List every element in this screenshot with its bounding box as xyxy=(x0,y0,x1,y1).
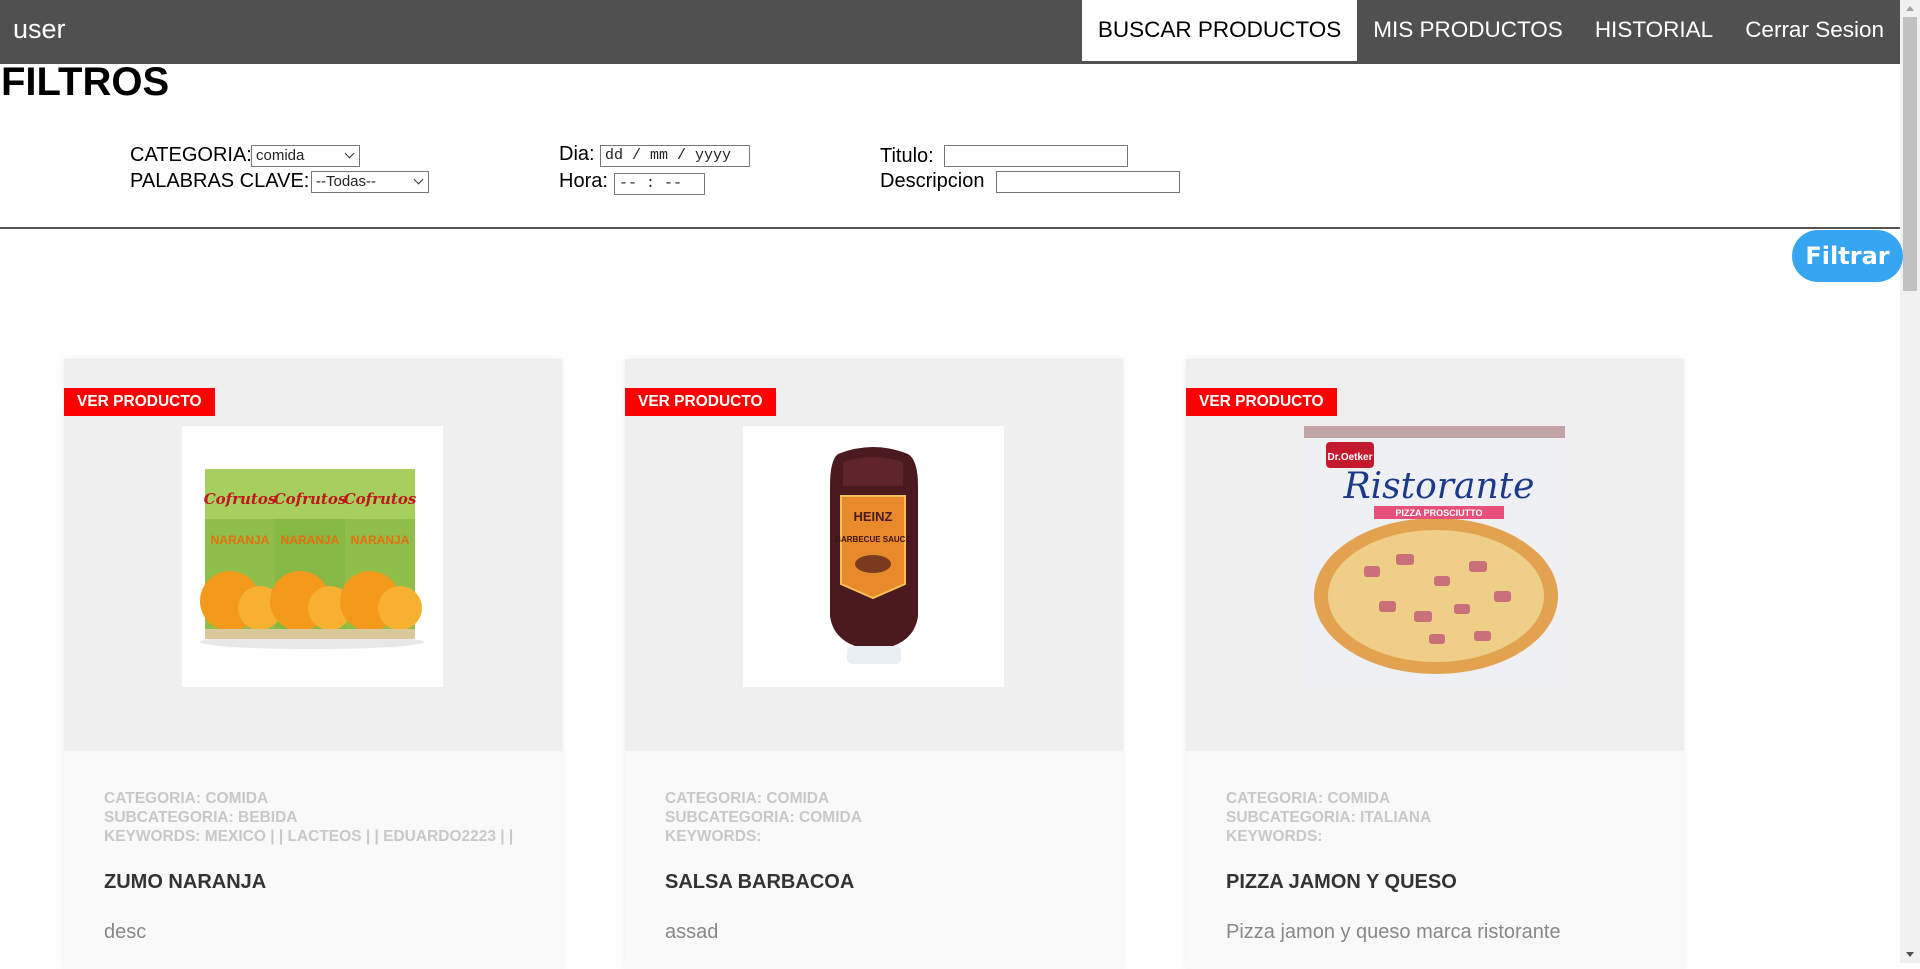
product-card: VER PRODUCTO HEINZ BARBECUE SAUCE CATEGO… xyxy=(625,359,1123,969)
nav-cerrar-sesion[interactable]: Cerrar Sesion xyxy=(1729,0,1900,60)
product-keywords: KEYWORDS: xyxy=(1226,828,1323,845)
categoria-select-value: comida xyxy=(256,147,305,164)
product-card-media: VER PRODUCTO HEINZ BARBECUE SAUCE xyxy=(625,359,1123,751)
product-meta: CATEGORIA: COMIDA SUBCATEGORIA: BEBIDA K… xyxy=(104,789,513,846)
product-subcategoria: SUBCATEGORIA: BEBIDA xyxy=(104,809,298,826)
pack-text: PIZZA PROSCIUTTO xyxy=(1395,508,1482,518)
brand-text: HEINZ xyxy=(854,509,893,524)
product-card-media: VER PRODUCTO Dr.Oetker Ristorante PIZZA … xyxy=(1186,359,1684,751)
ver-producto-button[interactable]: VER PRODUCTO xyxy=(625,388,776,416)
scroll-down-arrow-icon[interactable] xyxy=(1900,946,1920,963)
brand-text: Cofrutos xyxy=(274,490,347,508)
titulo-label: Titulo: xyxy=(880,145,934,167)
chevron-down-icon xyxy=(344,148,355,159)
filters-title: FILTROS xyxy=(1,60,170,104)
descripcion-label: Descripcion xyxy=(880,170,985,192)
scroll-thumb[interactable] xyxy=(1903,17,1917,291)
top-navbar: user BUSCAR PRODUCTOS MIS PRODUCTOS HIST… xyxy=(0,0,1900,64)
product-card: VER PRODUCTO Cofrutos Cofrutos Cofrutos … xyxy=(64,359,562,969)
filters-divider xyxy=(0,227,1900,229)
product-description: desc xyxy=(104,921,147,943)
product-meta: CATEGORIA: COMIDA SUBCATEGORIA: ITALIANA… xyxy=(1226,789,1431,846)
product-title: PIZZA JAMON Y QUESO xyxy=(1226,871,1457,893)
product-meta: CATEGORIA: COMIDA SUBCATEGORIA: COMIDA K… xyxy=(665,789,862,846)
product-subcategoria: SUBCATEGORIA: COMIDA xyxy=(665,809,862,826)
brand-text: Cofrutos xyxy=(204,490,277,508)
product-subcategoria: SUBCATEGORIA: ITALIANA xyxy=(1226,809,1432,826)
descripcion-input[interactable] xyxy=(996,171,1180,193)
product-keywords: KEYWORDS: xyxy=(665,828,762,845)
palabras-clave-select[interactable]: --Todas-- xyxy=(311,171,429,193)
hora-time-value: -- : -- xyxy=(619,175,683,192)
dia-label: Dia: xyxy=(559,143,595,165)
ver-producto-button[interactable]: VER PRODUCTO xyxy=(64,388,215,416)
page-scrollbar[interactable] xyxy=(1900,0,1920,963)
pack-text: NARANJA xyxy=(211,533,270,547)
product-card-media: VER PRODUCTO Cofrutos Cofrutos Cofrutos … xyxy=(64,359,562,751)
user-brand: user xyxy=(13,14,66,44)
product-title: ZUMO NARANJA xyxy=(104,871,267,893)
product-card: VER PRODUCTO Dr.Oetker Ristorante PIZZA … xyxy=(1186,359,1684,969)
categoria-select[interactable]: comida xyxy=(251,145,360,167)
product-image[interactable]: Dr.Oetker Ristorante PIZZA PROSCIUTTO xyxy=(1304,426,1565,687)
product-title: SALSA BARBACOA xyxy=(665,871,855,893)
product-image[interactable]: HEINZ BARBECUE SAUCE xyxy=(743,426,1004,687)
svg-text:Dr.Oetker: Dr.Oetker xyxy=(1327,452,1372,463)
product-image[interactable]: Cofrutos Cofrutos Cofrutos NARANJA NARAN… xyxy=(182,426,443,687)
titulo-input[interactable] xyxy=(944,145,1128,167)
nav-buscar-productos[interactable]: BUSCAR PRODUCTOS xyxy=(1081,0,1358,61)
chevron-down-icon xyxy=(413,174,424,185)
hora-time-input[interactable]: -- : -- xyxy=(614,173,705,195)
scroll-up-arrow-icon[interactable] xyxy=(1900,0,1920,17)
product-categoria: CATEGORIA: COMIDA xyxy=(665,790,830,807)
nav-historial[interactable]: HISTORIAL xyxy=(1579,0,1729,60)
pack-text: BARBECUE SAUCE xyxy=(835,535,911,544)
product-categoria: CATEGORIA: COMIDA xyxy=(1226,790,1391,807)
dia-date-input[interactable]: dd / mm / yyyy xyxy=(600,145,750,167)
pack-text: NARANJA xyxy=(281,533,340,547)
product-description: assad xyxy=(665,921,719,943)
brand-text: Ristorante xyxy=(1343,466,1535,507)
product-description: Pizza jamon y queso marca ristorante xyxy=(1226,921,1561,943)
nav-links: BUSCAR PRODUCTOS MIS PRODUCTOS HISTORIAL… xyxy=(1081,0,1900,64)
filtrar-button[interactable]: Filtrar xyxy=(1792,230,1903,282)
dia-date-value: dd / mm / yyyy xyxy=(605,147,732,164)
brand-text: Cofrutos xyxy=(344,490,417,508)
palabras-clave-label: PALABRAS CLAVE: xyxy=(130,170,310,192)
categoria-label: CATEGORIA: xyxy=(130,144,252,166)
palabras-clave-select-value: --Todas-- xyxy=(316,173,377,190)
pack-text: NARANJA xyxy=(351,533,410,547)
hora-label: Hora: xyxy=(559,170,608,192)
ver-producto-button[interactable]: VER PRODUCTO xyxy=(1186,388,1337,416)
product-keywords: KEYWORDS: MEXICO | | LACTEOS | | EDUARDO… xyxy=(104,828,514,845)
product-categoria: CATEGORIA: COMIDA xyxy=(104,790,269,807)
nav-mis-productos[interactable]: MIS PRODUCTOS xyxy=(1357,0,1579,60)
